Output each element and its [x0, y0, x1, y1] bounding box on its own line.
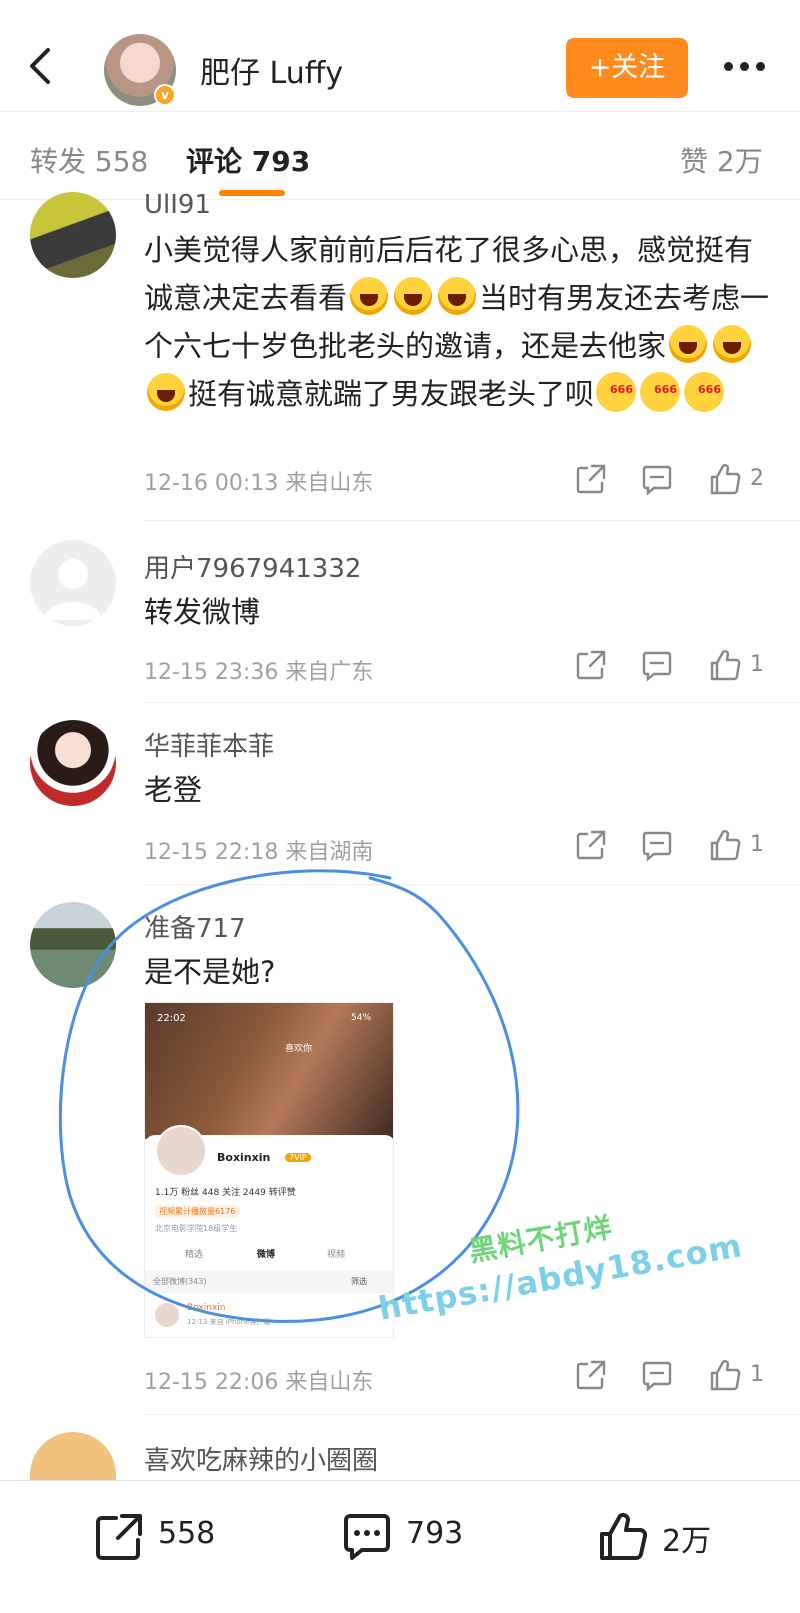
divider: [144, 520, 800, 521]
share-icon[interactable]: [574, 1358, 608, 1392]
laughing-emoji-icon: [394, 277, 433, 315]
repost-count[interactable]: 558: [158, 1516, 215, 1551]
divider: [144, 1414, 800, 1415]
666-emoji-icon: [596, 366, 637, 414]
commenter-avatar[interactable]: [30, 720, 116, 806]
divider: [144, 702, 800, 703]
share-icon[interactable]: [574, 828, 608, 862]
laughing-emoji-icon: [350, 277, 389, 315]
share-icon[interactable]: [574, 648, 608, 682]
thumbs-up-icon[interactable]: [708, 462, 742, 496]
comment-meta: 12-16 00:13 来自山东: [144, 465, 373, 497]
back-arrow-icon[interactable]: [22, 44, 62, 88]
like-icon[interactable]: [596, 1510, 650, 1564]
commenter-name[interactable]: 喜欢吃麻辣的小圈圈: [144, 1440, 378, 1477]
comment-text: 转发微博: [144, 595, 261, 629]
tab-comments[interactable]: 评论 793: [186, 140, 310, 180]
default-avatar-icon: [45, 559, 101, 620]
comment-like-count: 1: [750, 652, 764, 677]
comment-meta: 12-15 22:06 来自山东: [144, 1364, 373, 1396]
commenter-avatar[interactable]: [30, 1432, 116, 1480]
commenter-avatar[interactable]: [30, 192, 116, 278]
comment-meta: 12-15 22:18 来自湖南: [144, 834, 373, 866]
comment-location: 来自山东: [285, 1370, 374, 1395]
author-name[interactable]: 肥仔 Luffy: [200, 48, 343, 92]
comment-time: 12-15 22:18: [144, 840, 279, 865]
comment-meta: 12-15 23:36 来自广东: [144, 654, 373, 686]
share-icon[interactable]: [574, 462, 608, 496]
thumbs-up-icon[interactable]: [708, 828, 742, 862]
comment-like-count: 2: [750, 466, 764, 491]
tab-bar: 转发 558 评论 793 赞 2万: [0, 112, 800, 200]
like-count[interactable]: 2万: [662, 1516, 711, 1560]
laughing-emoji-icon: [713, 325, 752, 363]
comment-like-count: 1: [750, 832, 764, 857]
commenter-avatar[interactable]: [30, 540, 116, 626]
comment-time: 12-16 00:13: [144, 471, 279, 496]
follow-button[interactable]: +关注: [566, 38, 688, 98]
reply-icon[interactable]: [640, 648, 674, 682]
comment-text: 小美觉得人家前前后后花了很多心思，感觉挺有诚意决定去看看 当时有男友还去考虑一个六…: [144, 226, 774, 418]
more-options-icon[interactable]: [724, 56, 774, 76]
comment-time: 12-15 23:36: [144, 660, 279, 685]
666-emoji-icon: [684, 366, 725, 414]
comment-count[interactable]: 793: [406, 1516, 463, 1551]
verified-badge-icon: v: [154, 84, 176, 106]
laughing-emoji-icon: [147, 373, 185, 411]
commenter-name[interactable]: 用户7967941332: [144, 548, 361, 585]
thumbs-up-icon[interactable]: [708, 1358, 742, 1392]
commenter-name[interactable]: UlI91: [144, 190, 211, 220]
comment-location: 来自广东: [285, 660, 374, 685]
thumbs-up-icon[interactable]: [708, 648, 742, 682]
comment-like-count: 1: [750, 1362, 764, 1387]
commenter-name[interactable]: 华菲菲本菲: [144, 726, 274, 763]
reply-icon[interactable]: [640, 462, 674, 496]
reply-icon[interactable]: [640, 828, 674, 862]
comment-time: 12-15 22:06: [144, 1370, 279, 1395]
comment-location: 来自山东: [285, 471, 374, 496]
repost-icon[interactable]: [92, 1510, 146, 1564]
comment-icon[interactable]: [340, 1510, 394, 1564]
666-emoji-icon: [640, 366, 681, 414]
top-nav-bar: v 肥仔 Luffy +关注: [0, 0, 800, 112]
comment-text-part: 挺有诚意就踹了男友跟老头了呗: [188, 377, 595, 411]
tab-likes[interactable]: 赞 2万: [680, 140, 763, 180]
active-tab-indicator: [219, 190, 285, 196]
laughing-emoji-icon: [438, 277, 477, 315]
tab-reposts[interactable]: 转发 558: [30, 140, 148, 180]
reply-icon[interactable]: [640, 1358, 674, 1392]
comment-location: 来自湖南: [285, 840, 374, 865]
comment-text: 老登: [144, 773, 203, 807]
laughing-emoji-icon: [669, 325, 708, 363]
